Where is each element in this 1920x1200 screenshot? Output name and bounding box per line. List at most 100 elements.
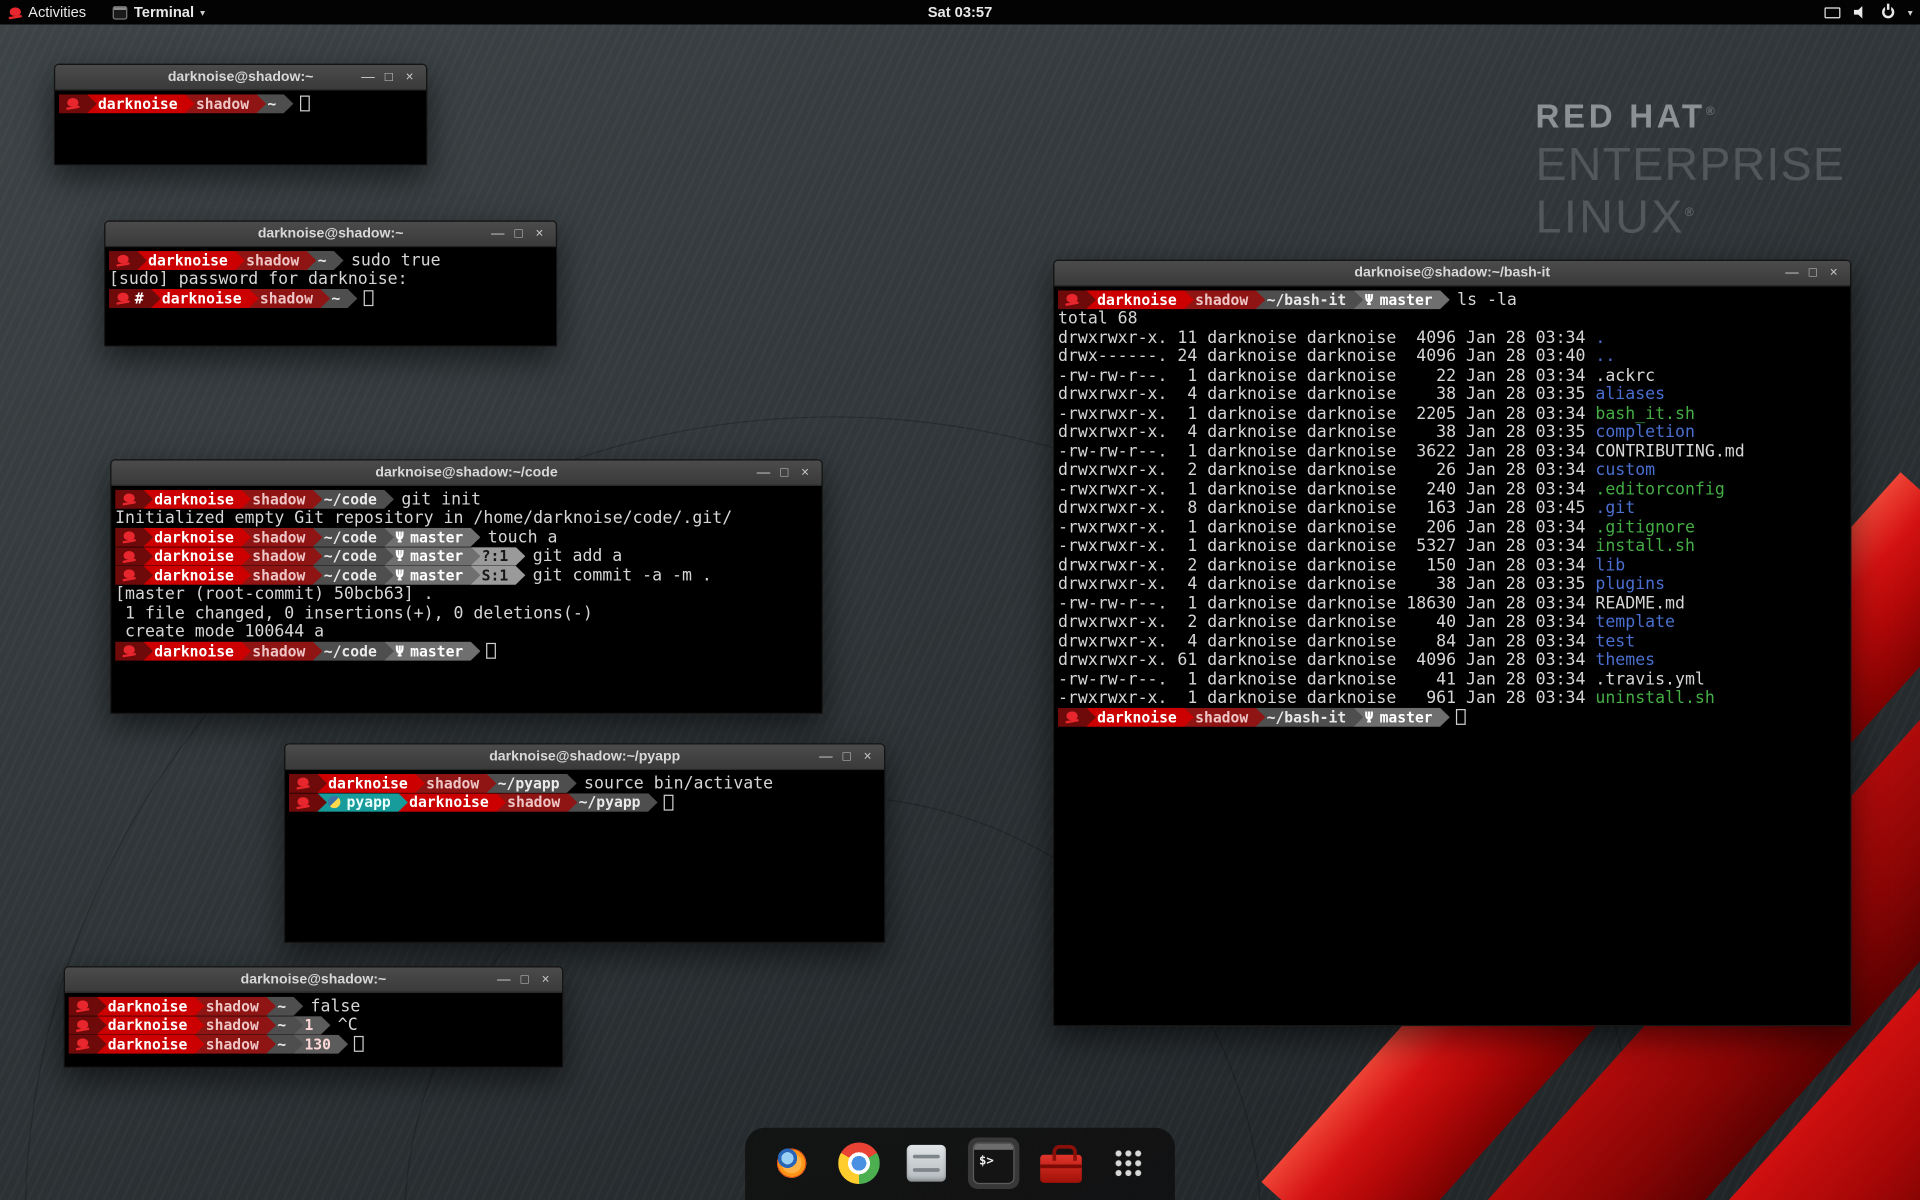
window-title: darknoise@shadow:~/code [375,465,557,480]
redhat-icon [76,1001,89,1012]
terminal-content[interactable]: darknoiseshadow~falsedarknoiseshadow~1^C… [65,993,562,1066]
terminal-line: darknoiseshadow~/codeΨmasterS:1git commi… [115,566,822,585]
terminal-content[interactable]: darknoiseshadow~ [55,91,426,164]
terminal-line: [master (root-commit) 50bcb63] . [115,585,822,604]
close-button[interactable]: × [399,70,420,83]
prompt-host-segment: shadow [195,1016,276,1035]
output-text: drwx------. 24 darknoise darknoise 4096 … [1058,347,1595,367]
terminal-content[interactable]: darknoiseshadow~sudo true[sudo] password… [105,247,556,345]
terminal-window: darknoise@shadow:~/code — □ × darknoises… [110,459,823,714]
maximize-button[interactable]: □ [514,973,535,986]
activities-button[interactable]: Activities [0,0,98,24]
minimize-button[interactable]: — [487,227,508,240]
terminal-window: darknoise@shadow:~ — □ × darknoiseshadow… [104,220,557,346]
terminal-line: darknoiseshadow~false [69,997,562,1016]
output-text: create mode 100644 a [115,622,324,642]
prompt-host-segment: shadow [1184,708,1265,727]
window-titlebar[interactable]: darknoise@shadow:~/code — □ × [111,460,821,486]
dock-item-files[interactable] [901,1138,952,1189]
output-text: drwxrwxr-x. 4 darknoise darknoise 84 Jan… [1058,632,1595,652]
output-text: -rwxrwxr-x. 1 darknoise darknoise 5327 J… [1058,537,1595,557]
git-branch-icon: Ψ [395,529,404,546]
directory-name: lib [1595,556,1625,576]
close-button[interactable]: × [795,466,816,479]
minimize-button[interactable]: — [816,750,837,763]
minimize-button[interactable]: — [753,466,774,479]
app-menu-terminal[interactable]: Terminal ▾ [103,0,215,24]
terminal-content[interactable]: darknoiseshadow~/pyappsource bin/activat… [285,770,884,941]
terminal-app-icon: $> [973,1142,1015,1184]
minimize-button[interactable]: — [358,70,379,83]
terminal-cursor [1456,709,1466,725]
prompt-user-segment: darknoise [137,251,245,270]
terminal-line: -rw-rw-r--. 1 darknoise darknoise 18630 … [1058,594,1850,613]
clock[interactable]: Sat 03:57 [928,4,993,21]
minimize-button[interactable]: — [493,973,514,986]
output-text: -rwxrwxr-x. 1 darknoise darknoise 206 Ja… [1058,518,1595,538]
prompt-host-segment: shadow [241,490,322,509]
close-button[interactable]: × [1823,266,1844,279]
system-tray[interactable]: ▾ [1824,0,1912,24]
prompt-path-segment: ~/code [313,528,394,547]
git-branch-icon: Ψ [395,567,404,584]
terminal-line: darknoiseshadow~/codegit init [115,490,822,509]
terminal-line: -rwxrwxr-x. 1 darknoise darknoise 961 Ja… [1058,689,1850,708]
prompt-host-segment: shadow [195,1035,276,1054]
terminal-line: #darknoiseshadow~ [109,289,556,308]
terminal-line: darknoiseshadow~/codeΨmaster [115,642,822,661]
prompt-user-segment: darknoise [143,566,251,585]
files-icon [907,1145,946,1182]
window-titlebar[interactable]: darknoise@shadow:~/bash-it — □ × [1054,261,1850,287]
dock-item-toolbox[interactable] [1035,1138,1086,1189]
desktop: RED HAT® ENTERPRISE LINUX® Activities Te… [0,0,1920,1200]
terminal-prompt-glyph: $> [979,1155,994,1168]
window-titlebar[interactable]: darknoise@shadow:~ — □ × [55,65,426,91]
terminal-line: drwxrwxr-x. 4 darknoise darknoise 84 Jan… [1058,632,1850,651]
window-titlebar[interactable]: darknoise@shadow:~ — □ × [105,222,556,248]
terminal-line: total 68 [1058,309,1850,328]
prompt-user-segment: darknoise [1086,708,1194,727]
prompt-venv-segment: pyapp [317,793,408,812]
redhat-icon [122,532,135,543]
output-text: drwxrwxr-x. 4 darknoise darknoise 38 Jan… [1058,423,1595,443]
dock-item-firefox[interactable] [766,1138,817,1189]
window-titlebar[interactable]: darknoise@shadow:~/pyapp — □ × [285,744,884,770]
prompt-host-segment: shadow [415,774,496,793]
output-text: -rwxrwxr-x. 1 darknoise darknoise 2205 J… [1058,404,1595,424]
terminal-line: drwxrwxr-x. 4 darknoise darknoise 38 Jan… [1058,575,1850,594]
output-text: drwxrwxr-x. 4 darknoise darknoise 38 Jan… [1058,385,1595,405]
output-text: [sudo] password for darknoise: [109,270,408,290]
prompt-user-segment: darknoise [143,642,251,661]
redhat-icon [76,1039,89,1050]
output-text: drwxrwxr-x. 8 darknoise darknoise 163 Ja… [1058,499,1595,519]
output-text: drwxrwxr-x. 2 darknoise darknoise 150 Ja… [1058,556,1595,576]
close-button[interactable]: × [529,227,550,240]
dock: $> [745,1128,1175,1200]
terminal-content[interactable]: darknoiseshadow~/codegit initInitialized… [111,486,821,713]
maximize-button[interactable]: □ [774,466,795,479]
close-button[interactable]: × [535,973,556,986]
terminal-line: darknoiseshadow~/pyappsource bin/activat… [289,774,884,793]
power-icon [1882,6,1894,18]
close-button[interactable]: × [857,750,878,763]
redhat-icon [76,1020,89,1031]
maximize-button[interactable]: □ [508,227,529,240]
dock-item-terminal[interactable]: $> [968,1138,1019,1189]
command-text: sudo true [334,251,441,271]
window-titlebar[interactable]: darknoise@shadow:~ — □ × [65,967,562,993]
terminal-content[interactable]: darknoiseshadow~/bash-itΨmasterls -latot… [1054,287,1850,1025]
maximize-button[interactable]: □ [1802,266,1823,279]
maximize-button[interactable]: □ [378,70,399,83]
terminal-line: drwxrwxr-x. 2 darknoise darknoise 26 Jan… [1058,461,1850,480]
minimize-button[interactable]: — [1782,266,1803,279]
prompt-path-segment: ~/code [313,547,394,566]
output-text: -rw-rw-r--. 1 darknoise darknoise 22 Jan… [1058,366,1595,386]
executable-name: .editorconfig [1595,480,1724,500]
terminal-line: -rw-rw-r--. 1 darknoise darknoise 3622 J… [1058,442,1850,461]
prompt-user-segment: darknoise [97,1016,205,1035]
prompt-git-branch-segment: Ψmaster [1354,708,1450,727]
dock-item-chrome[interactable] [833,1138,884,1189]
brand-linux: LINUX® [1536,192,1846,245]
maximize-button[interactable]: □ [836,750,857,763]
dock-item-show-applications[interactable] [1103,1138,1154,1189]
